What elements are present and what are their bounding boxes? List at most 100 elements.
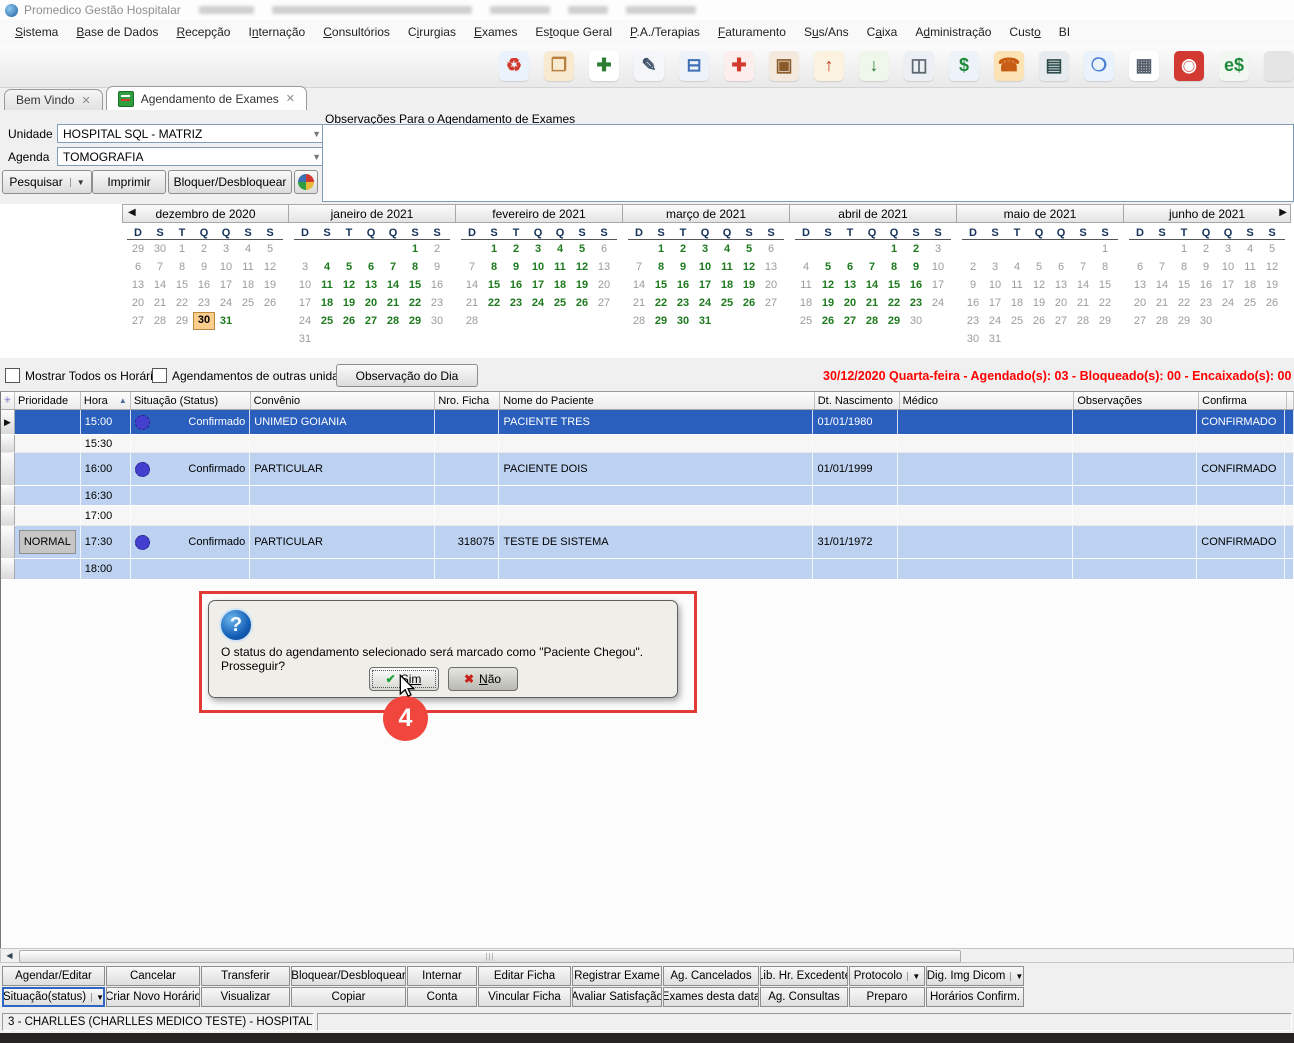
dig-img-dicom-button[interactable]: Dig. Img Dicom▼ — [926, 966, 1024, 986]
phonebook-icon[interactable]: ☎ — [994, 51, 1024, 81]
pesquisar-button[interactable]: Pesquisar ▼ — [2, 170, 92, 194]
calendar-day[interactable]: 12 — [338, 276, 360, 294]
calendar-day[interactable]: 5 — [1261, 240, 1283, 258]
calendar-day[interactable]: 15 — [404, 276, 426, 294]
calendar-day[interactable]: 10 — [294, 276, 316, 294]
calendar-day[interactable]: 20 — [839, 294, 861, 312]
calendar-day[interactable]: 6 — [593, 240, 615, 258]
ledger-book-icon[interactable]: ▤ — [1039, 51, 1069, 81]
table-row-1700[interactable]: 17:00 — [1, 506, 1294, 526]
calendar-day[interactable]: 23 — [962, 312, 984, 330]
calendar-day[interactable]: 29 — [127, 240, 149, 258]
menu-item-faturamento[interactable]: Faturamento — [709, 21, 795, 43]
calendar-day[interactable]: 29 — [883, 312, 905, 330]
calendar-day[interactable]: 17 — [1217, 276, 1239, 294]
calendar-day[interactable]: 5 — [738, 240, 760, 258]
calendar-day[interactable]: 26 — [571, 294, 593, 312]
calendar-day[interactable]: 6 — [760, 240, 782, 258]
menu-item-caixa[interactable]: Caixa — [858, 21, 907, 43]
calendar-day[interactable]: 9 — [193, 258, 215, 276]
calendar-day[interactable]: 30 — [193, 312, 215, 330]
tab-agendamento-de-exames[interactable]: Agendamento de Exames✕ — [106, 86, 307, 110]
preparo-button[interactable]: Preparo — [849, 987, 925, 1007]
calendar-day[interactable]: 11 — [795, 276, 817, 294]
calendar-day[interactable]: 12 — [259, 258, 281, 276]
bloquear-desbloquear-button[interactable]: Bloquear/Desbloquear — [291, 966, 406, 986]
calendar-day[interactable]: 18 — [716, 276, 738, 294]
calendar-day[interactable]: 31 — [294, 330, 316, 348]
calendar-day[interactable]: 4 — [1239, 240, 1261, 258]
calendar-day[interactable]: 6 — [1050, 258, 1072, 276]
calendar-day[interactable]: 31 — [694, 312, 716, 330]
calendar-day[interactable]: 17 — [694, 276, 716, 294]
menu-item-administracao[interactable]: Administração — [906, 21, 1000, 43]
calendar-day[interactable]: 16 — [426, 276, 448, 294]
calendar-prev-icon[interactable]: ◀ — [128, 207, 136, 218]
column-header-medico[interactable]: Médico — [900, 392, 1075, 409]
calendar-day[interactable]: 16 — [193, 276, 215, 294]
calendar-day[interactable]: 14 — [861, 276, 883, 294]
internar-button[interactable]: Internar — [407, 966, 477, 986]
calendar-day[interactable]: 27 — [1050, 312, 1072, 330]
calendar-day[interactable]: 23 — [1195, 294, 1217, 312]
billing-calculator-icon[interactable]: $ — [949, 51, 979, 81]
calendar-day[interactable]: 21 — [861, 294, 883, 312]
agendar-editar-button[interactable]: Agendar/Editar — [2, 966, 105, 986]
calendar-day[interactable]: 24 — [215, 294, 237, 312]
calendar-day[interactable]: 21 — [149, 294, 171, 312]
column-header-nro-ficha[interactable]: Nro. Ficha — [435, 392, 500, 409]
calendar-day[interactable]: 22 — [883, 294, 905, 312]
calendar-day[interactable]: 9 — [426, 258, 448, 276]
calendar-day[interactable]: 1 — [1094, 240, 1116, 258]
horizontal-scrollbar[interactable]: ◀ ||| — [0, 948, 1294, 963]
calendar-day[interactable]: 30 — [1195, 312, 1217, 330]
calendar-day[interactable]: 9 — [905, 258, 927, 276]
calendar-day[interactable]: 1 — [483, 240, 505, 258]
calendar-day[interactable]: 11 — [716, 258, 738, 276]
calendar-day[interactable]: 25 — [549, 294, 571, 312]
calendar-day[interactable]: 29 — [1173, 312, 1195, 330]
registrar-exame-button[interactable]: Registrar Exame — [572, 966, 662, 986]
calendar-day[interactable]: 29 — [650, 312, 672, 330]
calendar-day[interactable]: 31 — [984, 330, 1006, 348]
calendar-day[interactable]: 6 — [839, 258, 861, 276]
calendar-day[interactable]: 20 — [593, 276, 615, 294]
calendar-day[interactable]: 15 — [1094, 276, 1116, 294]
calendar-day[interactable]: 12 — [817, 276, 839, 294]
nao-button[interactable]: ✖ Não — [448, 667, 518, 691]
calendar-day[interactable]: 8 — [1094, 258, 1116, 276]
menu-item-custo[interactable]: Custo — [1000, 21, 1049, 43]
calendar-day[interactable]: 10 — [527, 258, 549, 276]
calendar-day[interactable]: 14 — [461, 276, 483, 294]
calendar-day[interactable]: 26 — [817, 312, 839, 330]
calendar-day[interactable]: 2 — [505, 240, 527, 258]
calendar-day[interactable]: 28 — [461, 312, 483, 330]
calendar-month-header[interactable]: abril de 2021 — [790, 204, 957, 223]
calendar-day[interactable]: 11 — [237, 258, 259, 276]
chevron-down-icon[interactable]: ▼ — [907, 972, 920, 981]
calendar-month-header[interactable]: ◀dezembro de 2020 — [122, 204, 289, 223]
calendar-day[interactable]: 27 — [360, 312, 382, 330]
chevron-down-icon[interactable]: ▼ — [91, 993, 104, 1002]
e-invoice-icon[interactable]: e$ — [1219, 51, 1249, 81]
calendar-day[interactable]: 18 — [316, 294, 338, 312]
calendar-day[interactable]: 27 — [127, 312, 149, 330]
calendar-day[interactable]: 13 — [1050, 276, 1072, 294]
conta-button[interactable]: Conta — [407, 987, 477, 1007]
calendar-day[interactable]: 22 — [650, 294, 672, 312]
calendar-day[interactable]: 9 — [1195, 258, 1217, 276]
calendar-day[interactable]: 15 — [1173, 276, 1195, 294]
calendar-day[interactable]: 15 — [171, 276, 193, 294]
calendar-day[interactable]: 1 — [404, 240, 426, 258]
calendar-day[interactable]: 4 — [716, 240, 738, 258]
menu-item-p-a-terapias[interactable]: P.A./Terapias — [621, 21, 709, 43]
calendar-day[interactable]: 11 — [549, 258, 571, 276]
calendar-month-header[interactable]: março de 2021 — [623, 204, 790, 223]
calendar-day[interactable]: 19 — [1028, 294, 1050, 312]
calendar-day[interactable]: 8 — [171, 258, 193, 276]
calendar-day[interactable]: 25 — [316, 312, 338, 330]
calendar-day[interactable]: 7 — [1072, 258, 1094, 276]
calendar-day[interactable]: 19 — [738, 276, 760, 294]
avaliar-satisfacao-button[interactable]: Avaliar Satisfação — [572, 987, 662, 1007]
calendar-day[interactable]: 21 — [382, 294, 404, 312]
